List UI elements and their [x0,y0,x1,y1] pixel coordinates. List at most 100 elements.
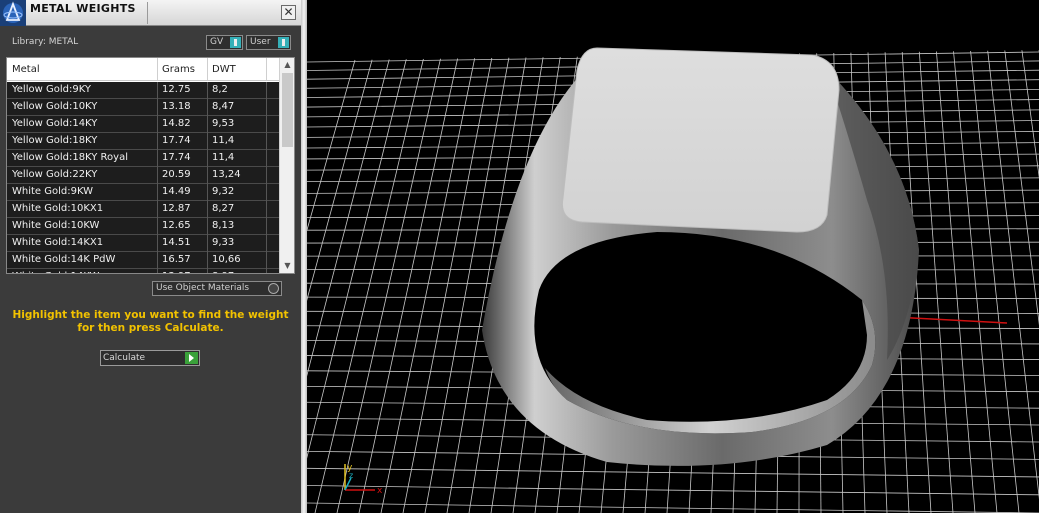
panel-title: METAL WEIGHTS [30,2,136,15]
cell-grams: 20.59 [162,169,191,180]
table-row[interactable]: White Gold:10KW 12.65 8,13 [7,218,279,235]
cell-grams: 16.57 [162,254,191,265]
cell-grams: 13.97 [162,271,191,273]
cell-metal: White Gold:10KX1 [12,203,104,214]
cell-dwt: 11,4 [212,135,235,146]
cell-grams: 17.74 [162,135,191,146]
cell-grams: 12.87 [162,203,191,214]
cell-metal: White Gold:14KX1 [12,237,104,248]
cell-dwt: 13,24 [212,169,241,180]
cell-divider [157,201,158,218]
column-header-metal[interactable]: Metal [12,64,40,75]
cell-divider [157,82,158,99]
table-body: Yellow Gold:9KY 12.75 8,2 Yellow Gold:10KY 1… [7,82,279,273]
calculate-label: Calculate [103,353,146,363]
use-object-materials-option[interactable]: Use Object Materials [152,281,282,296]
cell-grams: 14.49 [162,186,191,197]
close-button[interactable]: ✕ [281,5,296,20]
column-header-grams[interactable]: Grams [162,64,195,75]
cell-divider [266,235,267,252]
cell-dwt: 8,47 [212,101,235,112]
cell-divider [207,82,208,99]
close-icon: ✕ [283,5,294,19]
cell-divider [207,184,208,201]
3d-viewport[interactable]: x y z [307,0,1039,513]
cell-divider [207,116,208,133]
cell-divider [266,269,267,273]
cell-divider [266,218,267,235]
cell-divider [207,201,208,218]
play-icon [185,352,198,364]
cell-metal: White Gold:10KW [12,220,100,231]
viewport-canvas: x y z [307,47,1039,513]
cell-grams: 12.65 [162,220,191,231]
grid-line [1004,50,1039,326]
cell-grams: 14.51 [162,237,191,248]
cell-divider [157,99,158,116]
cell-dwt: 8,13 [212,220,235,231]
cell-dwt: 10,66 [212,254,241,265]
signet-ring-model[interactable] [482,47,919,466]
cell-metal: White Gold:9KW [12,186,94,197]
column-divider [266,58,267,80]
calculate-button[interactable]: Calculate [100,350,200,366]
library-label: Library: METAL [12,37,79,47]
table-row[interactable]: White Gold:14KX1 14.51 9,33 [7,235,279,252]
grid-line [1021,50,1039,179]
hint-line-1: Highlight the item you want to find the … [12,309,289,321]
table-row[interactable]: White Gold:9KW 14.49 9,32 [7,184,279,201]
table-row[interactable]: Yellow Gold:18KY Royal 17.74 11,4 [7,150,279,167]
cell-metal: Yellow Gold:22KY [12,169,98,180]
cell-divider [266,252,267,269]
table-row[interactable]: Yellow Gold:18KY 17.74 11,4 [7,133,279,150]
cell-divider [266,184,267,201]
cell-divider [207,218,208,235]
instruction-hint: Highlight the item you want to find the … [12,309,289,335]
scroll-up-icon[interactable]: ▲ [280,58,294,72]
cell-metal: White Gold:14K PdW [12,254,116,265]
cell-grams: 17.74 [162,152,191,163]
grid-line [307,59,390,377]
user-toggle[interactable]: User [246,35,291,50]
toggle-knob-icon [278,37,289,48]
table-row[interactable]: Yellow Gold:10KY 13.18 8,47 [7,99,279,116]
table-row[interactable]: Yellow Gold:9KY 12.75 8,2 [7,82,279,99]
cell-grams: 13.18 [162,101,191,112]
scrollbar-thumb[interactable] [282,73,293,147]
cell-metal: Yellow Gold:9KY [12,84,91,95]
scroll-down-icon[interactable]: ▼ [280,259,294,273]
column-divider [157,58,158,80]
gv-toggle[interactable]: GV [206,35,243,50]
cell-divider [157,133,158,150]
grid-line [307,59,373,301]
cell-divider [207,99,208,116]
cell-dwt: 8,97 [212,271,234,273]
table-row[interactable]: Yellow Gold:14KY 14.82 9,53 [7,116,279,133]
column-divider [207,58,208,80]
cell-divider [207,150,208,167]
cell-divider [207,235,208,252]
hint-line-2: for then press Calculate. [77,322,224,334]
user-toggle-label: User [250,37,271,47]
metal-table: Metal Grams DWT Yellow Gold:9KY 12.75 8,2 Y… [6,57,295,274]
table-scrollbar[interactable]: ▲ ▼ [279,58,294,273]
table-row[interactable]: White Gold:14KW 13.97 8,97 [7,269,279,273]
table-row[interactable]: White Gold:10KX1 12.87 8,27 [7,201,279,218]
cell-grams: 12.75 [162,84,191,95]
cell-divider [207,252,208,269]
axis-x-label: x [377,486,383,496]
table-row[interactable]: Yellow Gold:22KY 20.59 13,24 [7,167,279,184]
radio-icon[interactable] [268,283,279,294]
cell-dwt: 9,53 [212,118,235,129]
column-header-dwt[interactable]: DWT [212,64,236,75]
cell-divider [157,184,158,201]
grid-line [307,59,407,459]
table-row[interactable]: White Gold:14K PdW 16.57 10,66 [7,252,279,269]
cell-divider [157,252,158,269]
grid-line [307,467,1039,478]
toggle-knob-icon [230,37,241,48]
panel-titlebar: METAL WEIGHTS ✕ [0,0,301,26]
table-header: Metal Grams DWT [7,58,279,81]
grid-line [953,51,998,513]
cell-divider [207,167,208,184]
